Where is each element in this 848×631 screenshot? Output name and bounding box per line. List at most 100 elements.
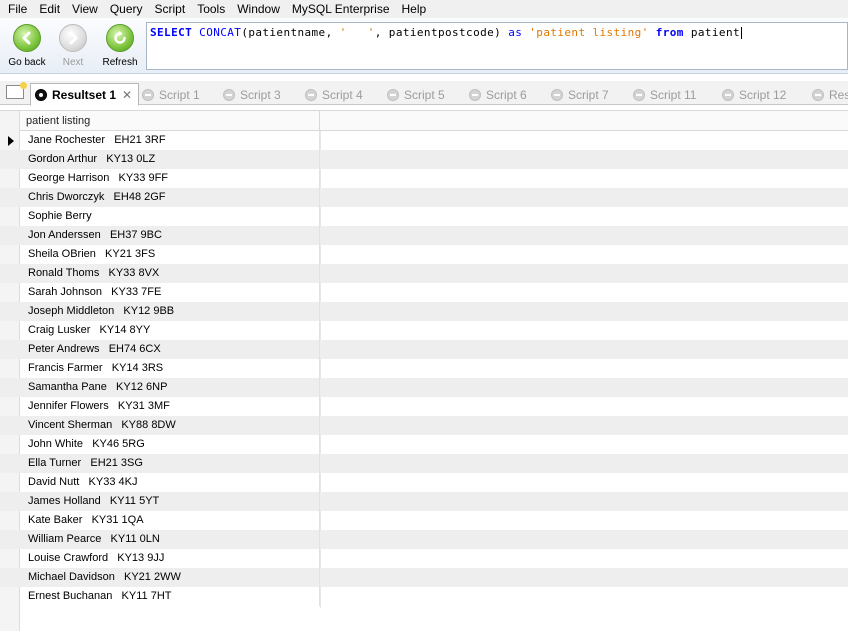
table-row[interactable]: Joseph Middleton KY12 9BB bbox=[0, 302, 848, 321]
menu-view[interactable]: View bbox=[66, 0, 104, 18]
table-row[interactable]: Ernest Buchanan KY11 7HT bbox=[0, 587, 848, 606]
tab-script-12[interactable]: Script 12 bbox=[722, 84, 786, 105]
table-row[interactable]: David Nutt KY33 4KJ bbox=[0, 473, 848, 492]
table-row[interactable]: John White KY46 5RG bbox=[0, 435, 848, 454]
row-header[interactable] bbox=[0, 207, 20, 226]
table-cell[interactable]: Michael Davidson KY21 2WW bbox=[20, 568, 320, 587]
menu-window[interactable]: Window bbox=[231, 0, 286, 18]
table-cell[interactable]: Jon Anderssen EH37 9BC bbox=[20, 226, 320, 245]
row-header[interactable] bbox=[0, 321, 20, 340]
row-header[interactable] bbox=[0, 340, 20, 359]
row-header[interactable] bbox=[0, 359, 20, 378]
row-header[interactable] bbox=[0, 587, 20, 606]
tab-resultset-overflow[interactable]: Res bbox=[812, 84, 848, 105]
menu-query[interactable]: Query bbox=[104, 0, 149, 18]
row-header[interactable] bbox=[0, 169, 20, 188]
row-header[interactable] bbox=[0, 473, 20, 492]
row-header[interactable] bbox=[0, 150, 20, 169]
table-cell[interactable]: Sheila OBrien KY21 3FS bbox=[20, 245, 320, 264]
table-cell[interactable]: Louise Crawford KY13 9JJ bbox=[20, 549, 320, 568]
menu-tools[interactable]: Tools bbox=[191, 0, 231, 18]
table-cell[interactable]: Samantha Pane KY12 6NP bbox=[20, 378, 320, 397]
row-header[interactable] bbox=[0, 131, 20, 150]
table-row[interactable]: Ella Turner EH21 3SG bbox=[0, 454, 848, 473]
row-header[interactable] bbox=[0, 378, 20, 397]
new-tab-icon[interactable] bbox=[6, 82, 27, 99]
row-header[interactable] bbox=[0, 188, 20, 207]
table-cell[interactable]: Jane Rochester EH21 3RF bbox=[20, 131, 320, 150]
table-row[interactable]: Sophie Berry bbox=[0, 207, 848, 226]
row-header[interactable] bbox=[0, 568, 20, 587]
table-row[interactable]: Peter Andrews EH74 6CX bbox=[0, 340, 848, 359]
table-row[interactable]: Vincent Sherman KY88 8DW bbox=[0, 416, 848, 435]
tab-script-6[interactable]: Script 6 bbox=[469, 84, 527, 105]
sql-query-editor[interactable]: SELECT CONCAT(patientname, ' ', patientp… bbox=[146, 22, 848, 70]
tab-script-5[interactable]: Script 5 bbox=[387, 84, 445, 105]
table-row[interactable]: Jennifer Flowers KY31 3MF bbox=[0, 397, 848, 416]
table-row[interactable]: James Holland KY11 5YT bbox=[0, 492, 848, 511]
row-header[interactable] bbox=[0, 549, 20, 568]
table-cell[interactable]: Sophie Berry bbox=[20, 207, 320, 226]
table-cell[interactable]: Vincent Sherman KY88 8DW bbox=[20, 416, 320, 435]
table-row[interactable]: Michael Davidson KY21 2WW bbox=[0, 568, 848, 587]
tab-script-4[interactable]: Script 4 bbox=[305, 84, 363, 105]
row-header[interactable] bbox=[0, 283, 20, 302]
row-header[interactable] bbox=[0, 454, 20, 473]
table-cell[interactable]: Craig Lusker KY14 8YY bbox=[20, 321, 320, 340]
tab-resultset-1[interactable]: Resultset 1 ✕ bbox=[30, 83, 140, 106]
row-header[interactable] bbox=[0, 530, 20, 549]
table-row[interactable]: Sarah Johnson KY33 7FE bbox=[0, 283, 848, 302]
row-header[interactable] bbox=[0, 511, 20, 530]
tab-script-7[interactable]: Script 7 bbox=[551, 84, 609, 105]
next-button[interactable]: Next bbox=[51, 24, 95, 72]
table-cell[interactable]: Ella Turner EH21 3SG bbox=[20, 454, 320, 473]
row-header[interactable] bbox=[0, 416, 20, 435]
menu-file[interactable]: File bbox=[2, 0, 33, 18]
table-row[interactable]: George Harrison KY33 9FF bbox=[0, 169, 848, 188]
menu-edit[interactable]: Edit bbox=[33, 0, 66, 18]
row-header[interactable] bbox=[0, 245, 20, 264]
table-cell[interactable]: Ernest Buchanan KY11 7HT bbox=[20, 587, 320, 606]
table-row[interactable]: Ronald Thoms KY33 8VX bbox=[0, 264, 848, 283]
table-row[interactable]: William Pearce KY11 0LN bbox=[0, 530, 848, 549]
row-header[interactable] bbox=[0, 302, 20, 321]
row-header[interactable] bbox=[0, 226, 20, 245]
table-cell[interactable]: Gordon Arthur KY13 0LZ bbox=[20, 150, 320, 169]
table-row[interactable]: Louise Crawford KY13 9JJ bbox=[0, 549, 848, 568]
tab-script-11[interactable]: Script 11 bbox=[633, 84, 696, 105]
row-header[interactable] bbox=[0, 492, 20, 511]
table-cell[interactable]: Joseph Middleton KY12 9BB bbox=[20, 302, 320, 321]
table-row[interactable]: Craig Lusker KY14 8YY bbox=[0, 321, 848, 340]
row-header[interactable] bbox=[0, 264, 20, 283]
menu-script[interactable]: Script bbox=[149, 0, 192, 18]
table-row[interactable]: Sheila OBrien KY21 3FS bbox=[0, 245, 848, 264]
table-cell[interactable]: James Holland KY11 5YT bbox=[20, 492, 320, 511]
refresh-button[interactable]: Refresh bbox=[98, 24, 142, 72]
go-back-button[interactable]: Go back bbox=[5, 24, 49, 72]
close-tab-icon[interactable]: ✕ bbox=[122, 88, 132, 102]
table-row[interactable]: Jon Anderssen EH37 9BC bbox=[0, 226, 848, 245]
table-row[interactable]: Gordon Arthur KY13 0LZ bbox=[0, 150, 848, 169]
table-cell[interactable]: Peter Andrews EH74 6CX bbox=[20, 340, 320, 359]
table-row[interactable]: Samantha Pane KY12 6NP bbox=[0, 378, 848, 397]
table-row[interactable]: Chris Dworczyk EH48 2GF bbox=[0, 188, 848, 207]
menu-mysql-enterprise[interactable]: MySQL Enterprise bbox=[286, 0, 396, 18]
table-cell[interactable]: Chris Dworczyk EH48 2GF bbox=[20, 188, 320, 207]
table-row[interactable]: Jane Rochester EH21 3RF bbox=[0, 131, 848, 150]
table-cell[interactable]: Francis Farmer KY14 3RS bbox=[20, 359, 320, 378]
table-row[interactable]: Kate Baker KY31 1QA bbox=[0, 511, 848, 530]
table-cell[interactable]: Sarah Johnson KY33 7FE bbox=[20, 283, 320, 302]
row-header[interactable] bbox=[0, 397, 20, 416]
table-cell[interactable]: Jennifer Flowers KY31 3MF bbox=[20, 397, 320, 416]
table-cell[interactable]: George Harrison KY33 9FF bbox=[20, 169, 320, 188]
menu-help[interactable]: Help bbox=[396, 0, 433, 18]
table-cell[interactable]: William Pearce KY11 0LN bbox=[20, 530, 320, 549]
table-row[interactable]: Francis Farmer KY14 3RS bbox=[0, 359, 848, 378]
row-header[interactable] bbox=[0, 435, 20, 454]
tab-script-1[interactable]: Script 1 bbox=[142, 84, 200, 105]
table-cell[interactable]: John White KY46 5RG bbox=[20, 435, 320, 454]
table-cell[interactable]: Ronald Thoms KY33 8VX bbox=[20, 264, 320, 283]
table-cell[interactable]: David Nutt KY33 4KJ bbox=[20, 473, 320, 492]
column-header-patient-listing[interactable]: patient listing bbox=[20, 111, 320, 131]
tab-script-3[interactable]: Script 3 bbox=[223, 84, 281, 105]
